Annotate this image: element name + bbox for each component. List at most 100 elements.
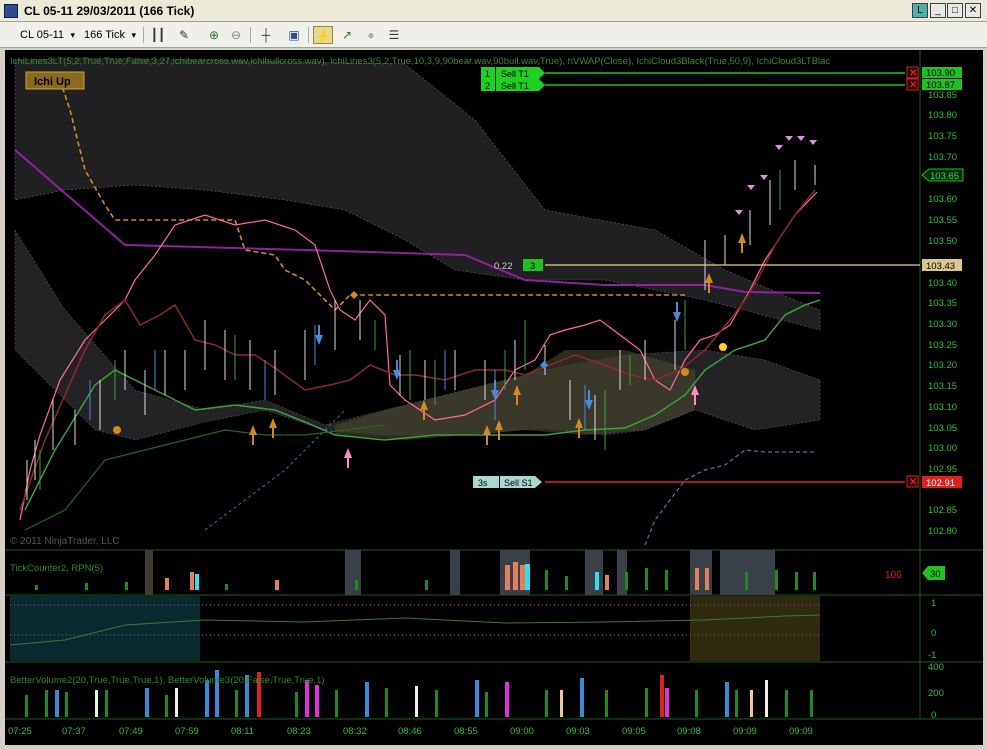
volume-label: BetterVolume2(20,True,True,True,1), Bett…: [10, 675, 325, 686]
svg-text:-1: -1: [928, 650, 936, 661]
svg-text:07:37: 07:37: [62, 726, 86, 737]
tick-counter-badge: 30: [930, 569, 941, 580]
svg-text:08:11: 08:11: [231, 726, 254, 737]
svg-text:103.30: 103.30: [928, 319, 957, 330]
orange-dot-left: [113, 426, 121, 434]
interval-selector[interactable]: 166 Tick: [78, 26, 139, 44]
svg-text:09:05: 09:05: [622, 726, 646, 737]
dashed-blue-line-right: [644, 449, 815, 546]
panel3-axis: 1 0 -1: [928, 598, 936, 661]
svg-text:0: 0: [931, 628, 936, 639]
svg-text:09:09: 09:09: [733, 726, 757, 737]
svg-text:08:55: 08:55: [454, 726, 478, 737]
draw-pencil-icon[interactable]: ✎: [174, 26, 194, 44]
maximize-button[interactable]: □: [947, 3, 963, 18]
svg-text:102.95: 102.95: [928, 464, 957, 475]
indicator-legend: IchiLines3LT(5,2,True,True,False,3,27,ic…: [10, 56, 830, 67]
svg-text:103.35: 103.35: [928, 298, 957, 309]
crosshair-icon[interactable]: ┼: [256, 26, 276, 44]
svg-text:103.50: 103.50: [928, 236, 957, 247]
svg-text:103.55: 103.55: [928, 215, 957, 226]
strategy-icon[interactable]: ⚡: [313, 26, 333, 44]
price-chart[interactable]: IchiLines3LT(5,2,True,True,False,3,27,ic…: [5, 50, 983, 745]
svg-text:103.70: 103.70: [928, 152, 957, 163]
svg-text:103.25: 103.25: [928, 340, 957, 351]
svg-text:103.60: 103.60: [928, 194, 957, 205]
properties-icon[interactable]: ▣: [284, 26, 304, 44]
stop-num: 3s: [478, 478, 488, 488]
svg-text:102.80: 102.80: [928, 526, 957, 537]
line-label-right: 3: [530, 261, 535, 272]
upper-cloud: [14, 57, 821, 331]
toolbar-separator: [143, 27, 144, 43]
ichi-badge: Ichi Up: [34, 76, 71, 88]
zoom-out-icon[interactable]: ⊖: [226, 26, 246, 44]
svg-text:09:00: 09:00: [510, 726, 534, 737]
svg-text:103.20: 103.20: [928, 360, 957, 371]
app-icon: [4, 4, 18, 18]
svg-text:0: 0: [931, 710, 936, 721]
svg-text:103.85: 103.85: [928, 90, 957, 101]
list-icon[interactable]: ☰: [384, 26, 404, 44]
copyright: © 2011 NinjaTrader, LLC: [10, 536, 120, 547]
volume-axis: 400 200 0: [928, 662, 944, 721]
svg-text:08:46: 08:46: [398, 726, 422, 737]
instrument-selector[interactable]: CL 05-11: [14, 26, 78, 44]
tick-counter-label: TickCounter2, RPN(5): [10, 563, 103, 574]
svg-text:103.05: 103.05: [928, 423, 957, 434]
svg-text:103.80: 103.80: [928, 110, 957, 121]
svg-text:08:23: 08:23: [287, 726, 311, 737]
order-2-label: Sell T1: [501, 81, 529, 91]
svg-text:09:03: 09:03: [566, 726, 590, 737]
close-button[interactable]: ✕: [965, 3, 981, 18]
svg-text:103.15: 103.15: [928, 381, 957, 392]
minimize-button[interactable]: _: [930, 3, 946, 18]
cancel-x-icon: ✕: [909, 80, 917, 91]
svg-text:103.75: 103.75: [928, 131, 957, 142]
order-1-num: 1: [485, 69, 490, 79]
window-titlebar: CL 05-11 29/03/2011 (166 Tick) L _ □ ✕: [0, 0, 987, 22]
orange-dot: [681, 368, 689, 376]
order-1-label: Sell T1: [501, 69, 529, 79]
svg-text:09:09: 09:09: [789, 726, 813, 737]
time-axis: 07:25 07:37 07:49 07:59 08:11 08:23 08:3…: [8, 726, 813, 737]
data-box-icon[interactable]: ●: [361, 26, 381, 44]
tick-counter-panel: [35, 550, 816, 595]
dark-green-line: [24, 424, 386, 531]
stop-price-tag: 102.91: [926, 478, 955, 489]
svg-text:07:49: 07:49: [119, 726, 143, 737]
orange-diamond: [350, 291, 358, 299]
tick-counter-value: 106: [885, 570, 902, 581]
link-button[interactable]: L: [912, 3, 928, 18]
panel3-teal-region: [10, 596, 200, 661]
window-title: CL 05-11 29/03/2011 (166 Tick): [24, 4, 195, 18]
toolbar-separator: [250, 27, 251, 43]
svg-text:07:25: 07:25: [8, 726, 32, 737]
svg-text:08:32: 08:32: [343, 726, 367, 737]
bar-type-icon[interactable]: ┃┃: [148, 26, 168, 44]
svg-text:103.40: 103.40: [928, 278, 957, 289]
svg-text:102.85: 102.85: [928, 505, 957, 516]
svg-text:103.10: 103.10: [928, 402, 957, 413]
order-2-num: 2: [485, 81, 490, 91]
stop-label: Sell S1: [504, 478, 533, 488]
price-axis: 103.85 103.80 103.75 103.70 103.60 103.5…: [928, 90, 957, 537]
svg-text:1: 1: [931, 598, 936, 609]
toolbar-separator: [308, 27, 309, 43]
svg-text:09:08: 09:08: [677, 726, 701, 737]
indicators-icon[interactable]: ↗: [337, 26, 357, 44]
zoom-in-icon[interactable]: ⊕: [204, 26, 224, 44]
svg-text:103.00: 103.00: [928, 443, 957, 454]
line-label-left: 0.22: [494, 261, 513, 272]
svg-text:200: 200: [928, 688, 944, 699]
cancel-x-icon: ✕: [909, 68, 917, 79]
panel3-brown-region: [690, 596, 820, 661]
yellow-dot: [719, 343, 727, 351]
svg-text:400: 400: [928, 662, 944, 673]
cancel-x-icon: ✕: [909, 477, 917, 488]
chart-toolbar: CL 05-11 166 Tick ┃┃ ✎ ⊕ ⊖ ┼ ▣ ⚡ ↗ ● ☰ ▾: [0, 22, 987, 68]
svg-text:07:59: 07:59: [175, 726, 199, 737]
last-price-tag: 103.65: [930, 171, 959, 182]
line-price-tag: 103.43: [926, 261, 955, 272]
price-tag-1: 103.90: [926, 68, 955, 79]
